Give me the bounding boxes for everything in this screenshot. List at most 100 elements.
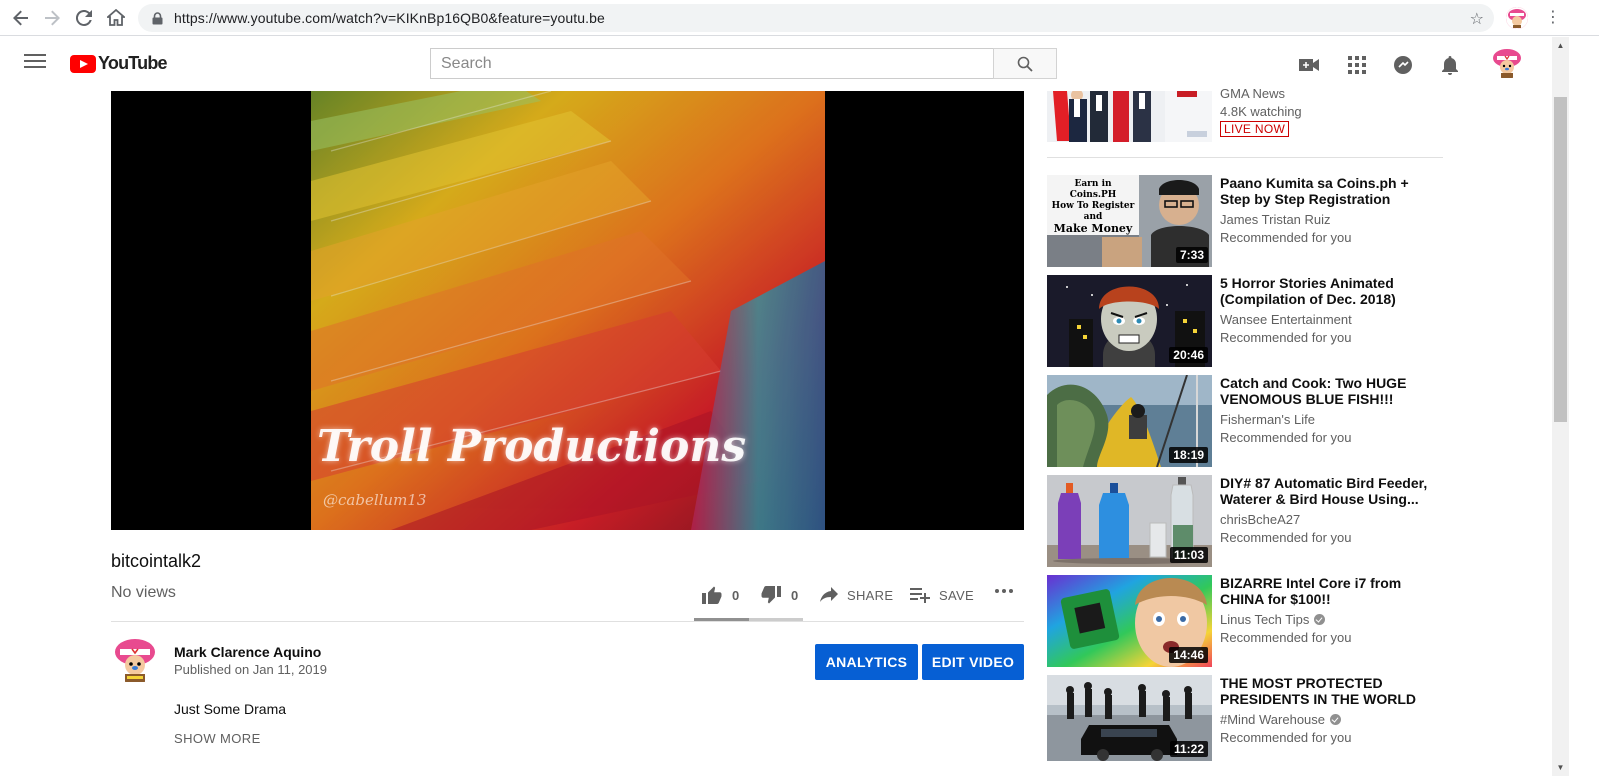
owner-avatar[interactable] [111, 636, 159, 684]
verified-badge-icon [1330, 714, 1342, 725]
dislike-button[interactable]: 0 [761, 586, 799, 604]
video-duration: 18:19 [1169, 447, 1208, 463]
video-description: Just Some Drama [174, 701, 287, 717]
recommendation-channel: Wansee Entertainment [1220, 312, 1352, 327]
thumbs-down-icon [761, 586, 781, 604]
live-thumbnail [1047, 91, 1212, 142]
reload-button[interactable] [68, 2, 100, 34]
star-icon[interactable]: ☆ [1470, 9, 1484, 29]
chat-icon[interactable] [1392, 54, 1414, 76]
arrow-left-icon [13, 10, 28, 26]
publish-date: Published on Jan 11, 2019 [174, 662, 327, 677]
reload-icon [76, 10, 92, 26]
recommendation-title: DIY# 87 Automatic Bird Feeder, Waterer &… [1220, 475, 1428, 507]
video-thumbnail: 11:22 [1047, 675, 1212, 761]
browser-toolbar: https://www.youtube.com/watch?v=KIKnBp16… [0, 0, 1599, 36]
video-duration: 7:33 [1175, 247, 1208, 263]
video-duration: 14:46 [1169, 647, 1208, 663]
more-actions-icon[interactable] [994, 588, 1014, 594]
url-text: https://www.youtube.com/watch?v=KIKnBp16… [174, 10, 605, 26]
recommendation-title: Catch and Cook: Two HUGE VENOMOUS BLUE F… [1220, 375, 1407, 407]
scroll-down-arrow[interactable]: ▼ [1552, 759, 1569, 776]
forward-button[interactable] [36, 2, 68, 34]
browser-profile-avatar[interactable] [1506, 7, 1528, 29]
recommendation-meta: Recommended for you [1220, 530, 1352, 545]
video-thumbnail: 14:46 [1047, 575, 1212, 667]
video-duration: 20:46 [1169, 347, 1208, 363]
youtube-header: YouTube [0, 37, 1552, 91]
video-thumbnail: Earn in Coins.PH How To Register and Mak… [1047, 175, 1212, 267]
search-box [430, 48, 994, 79]
recommendation-item[interactable]: Earn in Coins.PH How To Register and Mak… [1047, 175, 1443, 267]
share-label: SHARE [847, 587, 894, 603]
video-player[interactable]: Troll Productions @cabellum13 [111, 91, 1024, 530]
recommendation-item[interactable]: 18:19 Catch and Cook: Two HUGE VENOMOUS … [1047, 375, 1443, 467]
recommendation-meta: Recommended for you [1220, 430, 1352, 445]
share-arrow-icon [820, 587, 838, 602]
youtube-play-icon [70, 54, 96, 73]
video-duration: 11:22 [1169, 741, 1208, 757]
recommendation-title: Paano Kumita sa Coins.ph + Step by Step … [1220, 175, 1409, 207]
recommendation-item[interactable]: 20:46 5 Horror Stories Animated (Compila… [1047, 275, 1443, 367]
owner-name[interactable]: Mark Clarence Aquino [174, 644, 321, 660]
search-input[interactable] [441, 54, 994, 73]
video-camera-icon[interactable] [1298, 54, 1320, 76]
edit-video-button[interactable]: EDIT VIDEO [922, 644, 1024, 680]
verified-badge-icon [1314, 614, 1326, 625]
bell-icon[interactable] [1439, 54, 1461, 76]
show-more-button[interactable]: SHOW MORE [174, 731, 261, 746]
analytics-button[interactable]: ANALYTICS [815, 644, 918, 680]
recommendation-channel: Fisherman's Life [1220, 412, 1315, 427]
video-duration: 11:03 [1169, 547, 1208, 563]
recommendation-title: BIZARRE Intel Core i7 from CHINA for $10… [1220, 575, 1402, 607]
scrollbar-thumb[interactable] [1554, 97, 1567, 422]
like-button[interactable]: 0 [702, 586, 740, 604]
recommendation-item[interactable]: 11:03 DIY# 87 Automatic Bird Feeder, Wat… [1047, 475, 1443, 567]
chrome-menu-icon[interactable]: ⋮ [1543, 8, 1563, 28]
dislike-count: 0 [791, 587, 799, 603]
youtube-logo[interactable]: YouTube [70, 53, 168, 74]
sidebar-divider [1047, 157, 1443, 158]
recommendation-title: 5 Horror Stories Animated (Compilation o… [1220, 275, 1396, 307]
search-icon [1017, 56, 1033, 72]
live-now-badge: LIVE NOW [1220, 121, 1290, 137]
video-title: bitcointalk2 [111, 551, 202, 571]
recommendation-item[interactable]: 11:22 THE MOST PROTECTED PRESIDENTS IN T… [1047, 675, 1443, 761]
save-button[interactable]: SAVE [910, 587, 974, 603]
home-icon [107, 9, 125, 26]
recommendation-item[interactable]: 14:46 BIZARRE Intel Core i7 from CHINA f… [1047, 575, 1443, 667]
live-recommendation[interactable]: GMA News 4.8K watching LIVE NOW [1047, 86, 1443, 143]
recommendation-meta: Recommended for you [1220, 230, 1352, 245]
video-watermark-handle: @cabellum13 [323, 491, 427, 509]
video-thumbnail: 18:19 [1047, 375, 1212, 467]
thumbnail-caption: Earn in Coins.PH How To Register and Mak… [1051, 179, 1135, 235]
view-count: No views [111, 584, 176, 601]
apps-grid-icon[interactable] [1346, 54, 1368, 76]
recommendation-channel: Linus Tech Tips [1220, 612, 1326, 627]
recommendation-meta: Recommended for you [1220, 730, 1352, 745]
search-button[interactable] [993, 48, 1057, 79]
thumbs-up-icon [702, 586, 722, 604]
section-divider [111, 621, 1024, 622]
video-thumbnail: 20:46 [1047, 275, 1212, 367]
recommendation-channel: James Tristan Ruiz [1220, 212, 1331, 227]
recommendation-meta: Recommended for you [1220, 630, 1352, 645]
playlist-add-icon [910, 588, 930, 603]
account-avatar[interactable] [1491, 47, 1523, 79]
live-channel: GMA News [1220, 86, 1286, 101]
home-button[interactable] [100, 2, 132, 34]
logo-wordmark: YouTube [98, 53, 168, 73]
hamburger-icon[interactable] [24, 54, 46, 74]
scroll-up-arrow[interactable]: ▲ [1552, 37, 1569, 54]
video-thumbnail: 11:03 [1047, 475, 1212, 567]
address-bar[interactable]: https://www.youtube.com/watch?v=KIKnBp16… [138, 4, 1494, 32]
save-label: SAVE [939, 587, 974, 603]
recommendation-channel: #Mind Warehouse [1220, 712, 1342, 727]
video-watermark: Troll Productions [317, 421, 747, 472]
arrow-right-icon [45, 10, 60, 26]
recommendation-meta: Recommended for you [1220, 330, 1352, 345]
back-button[interactable] [5, 2, 37, 34]
lock-icon [150, 11, 164, 25]
share-button[interactable]: SHARE [820, 587, 893, 603]
recommendation-title: THE MOST PROTECTED PRESIDENTS IN THE WOR… [1220, 675, 1417, 707]
